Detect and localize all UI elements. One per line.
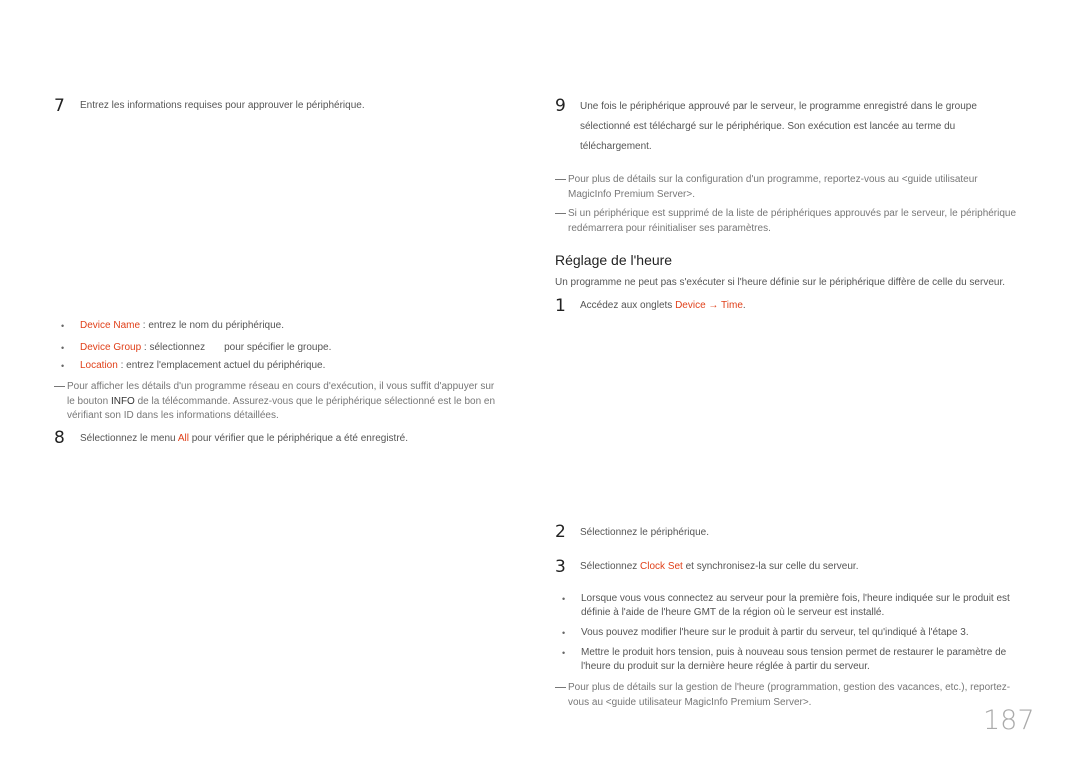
bullet-text: Vous pouvez modifier l'heure sur le prod… [581,627,969,638]
bullet-text: pour spécifier le groupe. [224,342,332,353]
step-7-text: Entrez les informations requises pour ap… [80,100,365,111]
bullet-icon: • [61,361,65,371]
bullet-text: Lorsque vous vous connectez au serveur p… [581,593,1010,604]
bullet-icon: • [61,343,65,353]
term-clock-set: Clock Set [640,561,683,572]
term-location: Location [80,360,118,371]
arrow-icon: → [705,300,722,311]
note-line: le bouton INFO de la télécommande. Assur… [67,395,496,407]
bullet-text: : entrez l'emplacement actuel du périphé… [117,360,326,371]
step-number-7: 7 [54,96,65,116]
note-line: Pour afficher les détails d'un programme… [67,381,495,392]
step-number-2: 2 [555,522,566,542]
note-dash-icon [555,687,566,688]
bullet-icon: • [562,628,566,638]
bullet-text: : entrez le nom du périphérique. [140,320,285,331]
step-number-3: 3 [555,557,566,577]
note-line: vous au <guide utilisateur MagicInfo Pre… [568,696,812,708]
bullet-icon: • [562,648,566,658]
key-info: INFO [110,395,135,407]
step-number-1: 1 [555,296,566,316]
bullet-text: définie à l'aide de l'heure GMT de la ré… [581,607,885,618]
step-9-line: téléchargement. [580,141,652,152]
note-info-button: Pour afficher les détails d'un programme… [54,380,514,424]
step-2-text: Sélectionnez le périphérique. [580,527,709,538]
bullet-text: l'heure du produit sur la dernière heure… [581,661,870,672]
step-3-text: Sélectionnez Clock Set et synchronisez-l… [580,561,859,572]
note-time-management: Pour plus de détails sur la gestion de l… [555,681,1030,710]
note-line: redémarrera pour réinitialiser ses param… [568,222,771,234]
step-8-text: Sélectionnez le menu All pour vérifier q… [80,433,408,444]
note-dash-icon [54,386,65,387]
note-dash-icon [555,179,566,180]
note-dash-icon [555,213,566,214]
note-line: Pour plus de détails sur la configuratio… [568,174,978,185]
note-line: Si un périphérique est supprimé de la li… [568,208,1017,219]
section-intro: Un programme ne peut pas s'exécuter si l… [555,277,1005,288]
note-line: vérifiant son ID dans les informations d… [67,410,279,421]
note-line: MagicInfo Premium Server>. [568,188,695,200]
note-program-config: Pour plus de détails sur la configuratio… [555,173,1030,202]
step-number-8: 8 [54,428,65,448]
term-device-name: Device Name [80,320,141,331]
bullet-text: : sélectionnez [141,342,206,353]
note-line: Pour plus de détails sur la gestion de l… [568,682,1011,693]
bullet-icon: • [61,321,65,331]
section-title: Réglage de l'heure [555,252,673,268]
term-device-group: Device Group [80,342,142,353]
bullet-text: Mettre le produit hors tension, puis à n… [581,647,1007,658]
term-time: Time [721,300,743,311]
step-9-line: sélectionné est téléchargé sur le périph… [580,121,956,132]
note-device-removed: Si un périphérique est supprimé de la li… [555,207,1030,236]
bullet-icon: • [562,594,566,604]
step-1-text: Accédez aux onglets Device → Time. [580,300,746,311]
page-number: 187 [983,705,1035,736]
step-9-line: Une fois le périphérique approuvé par le… [580,101,977,112]
term-device: Device [675,300,706,311]
term-all: All [177,433,189,444]
step-number-9: 9 [555,96,566,116]
